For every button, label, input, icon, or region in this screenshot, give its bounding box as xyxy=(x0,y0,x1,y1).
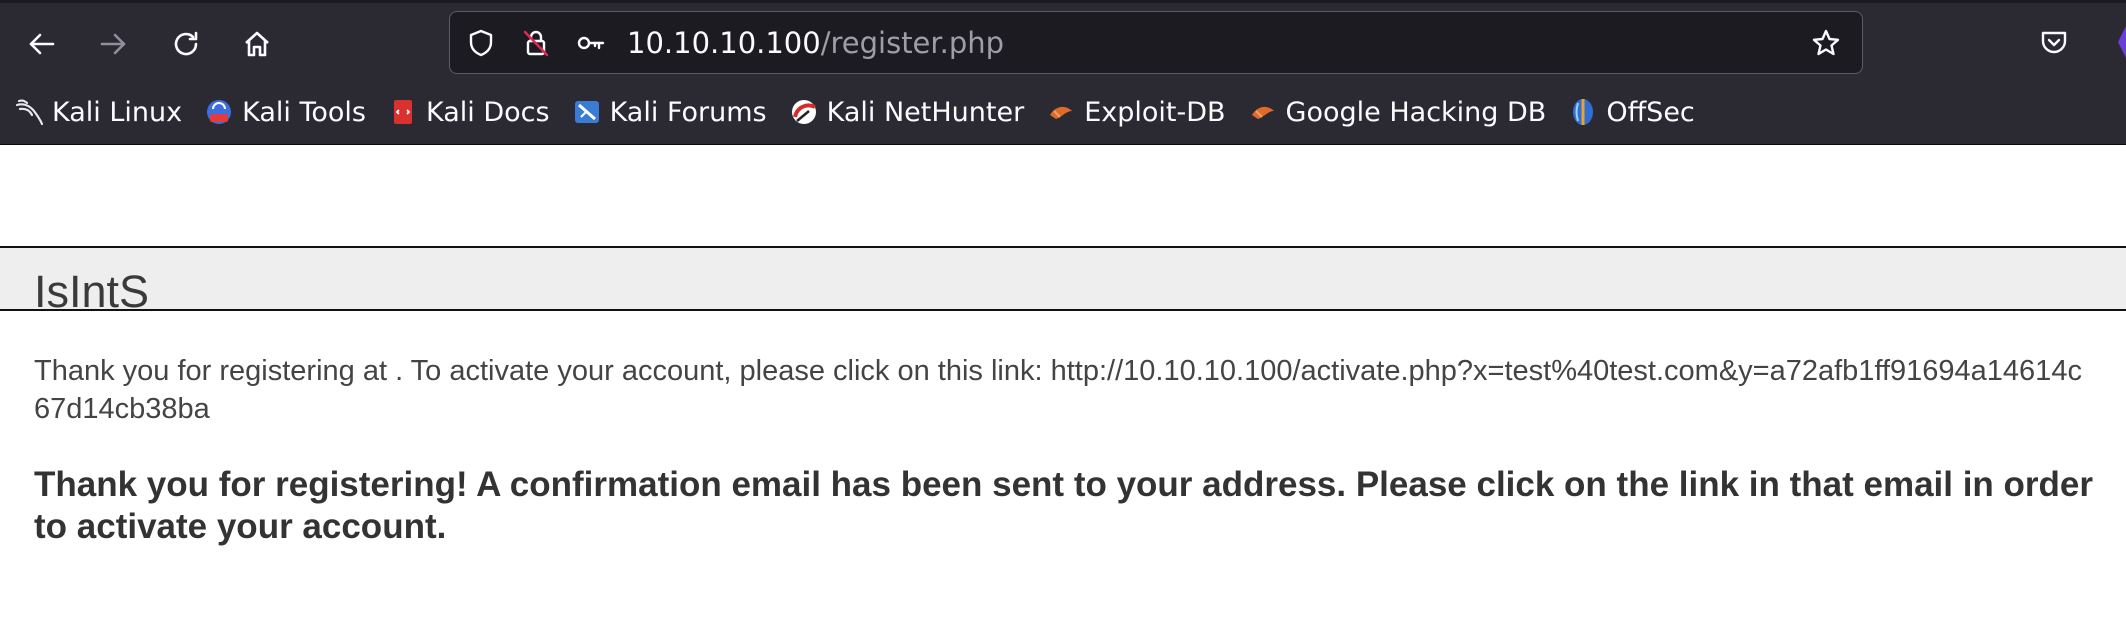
arrow-left-icon xyxy=(29,33,55,55)
bookmark-kali-forums[interactable]: Kali Forums xyxy=(572,92,767,132)
confirmation-message: Thank you for registering! A confirmatio… xyxy=(34,465,2094,546)
bookmark-label: Kali Tools xyxy=(242,96,366,128)
site-header: IsIntS xyxy=(0,246,2126,311)
kali-nethunter-icon xyxy=(789,97,819,127)
bookmark-kali-nethunter[interactable]: Kali NetHunter xyxy=(789,92,1025,132)
bookmark-offsec[interactable]: OffSec xyxy=(1568,92,1695,132)
pocket-button[interactable] xyxy=(2034,22,2074,62)
bookmark-exploit-db[interactable]: Exploit-DB xyxy=(1046,92,1226,132)
kali-tools-icon xyxy=(204,97,234,127)
kali-forums-icon xyxy=(572,97,602,127)
home-button[interactable] xyxy=(233,20,281,68)
bookmark-label: Kali Docs xyxy=(425,96,550,128)
url-path: /register.php xyxy=(820,26,1005,60)
bookmark-kali-tools[interactable]: Kali Tools xyxy=(204,92,366,132)
bookmarks-toolbar: Kali Linux Kali Tools Kali Docs Kali For… xyxy=(14,92,1717,132)
reload-button[interactable] xyxy=(162,20,210,68)
bookmark-kali-docs[interactable]: Kali Docs xyxy=(388,92,550,132)
arrow-right-icon xyxy=(100,33,126,55)
bookmark-star-button[interactable] xyxy=(1808,25,1844,61)
browser-toolbar: 10.10.10.100/register.php Kali Linux Kal… xyxy=(0,0,2126,145)
bookmark-label: Kali NetHunter xyxy=(826,96,1025,128)
kali-dragon-icon xyxy=(14,97,44,127)
kali-docs-icon xyxy=(388,97,418,127)
back-button[interactable] xyxy=(18,20,66,68)
home-icon xyxy=(245,31,269,57)
site-security-button[interactable] xyxy=(518,25,554,61)
activation-message: Thank you for registering at . To activa… xyxy=(34,355,2082,425)
reload-icon xyxy=(174,31,198,56)
offsec-icon xyxy=(1568,97,1598,127)
pocket-icon xyxy=(2041,31,2067,54)
insecure-lock-icon xyxy=(523,30,549,57)
bookmark-kali-linux[interactable]: Kali Linux xyxy=(14,92,182,132)
bookmark-label: Exploit-DB xyxy=(1084,96,1226,128)
tracking-protection-button[interactable] xyxy=(463,25,499,61)
window-top-edge xyxy=(0,0,2126,3)
google-hacking-db-icon xyxy=(1248,97,1278,127)
bookmark-label: Kali Forums xyxy=(609,96,767,128)
extension-icon[interactable] xyxy=(2108,22,2126,62)
bookmark-label: Kali Linux xyxy=(52,96,183,128)
url-text[interactable]: 10.10.10.100/register.php xyxy=(627,25,1004,61)
extension-glyph-icon xyxy=(2118,26,2126,58)
site-title[interactable]: IsIntS xyxy=(34,268,149,310)
exploit-db-icon xyxy=(1046,97,1076,127)
url-host: 10.10.10.100 xyxy=(627,26,821,60)
shield-icon xyxy=(469,29,493,57)
bookmark-google-hacking-db[interactable]: Google Hacking DB xyxy=(1248,92,1547,132)
saved-logins-button[interactable] xyxy=(573,25,609,61)
star-icon xyxy=(1812,29,1840,56)
forward-button[interactable] xyxy=(89,20,137,68)
address-bar[interactable]: 10.10.10.100/register.php xyxy=(449,11,1863,74)
bookmark-label: OffSec xyxy=(1606,96,1695,128)
bookmark-label: Google Hacking DB xyxy=(1285,96,1547,128)
key-icon xyxy=(577,36,605,50)
page-content: IsIntS Thank you for registering at . To… xyxy=(0,145,2126,618)
